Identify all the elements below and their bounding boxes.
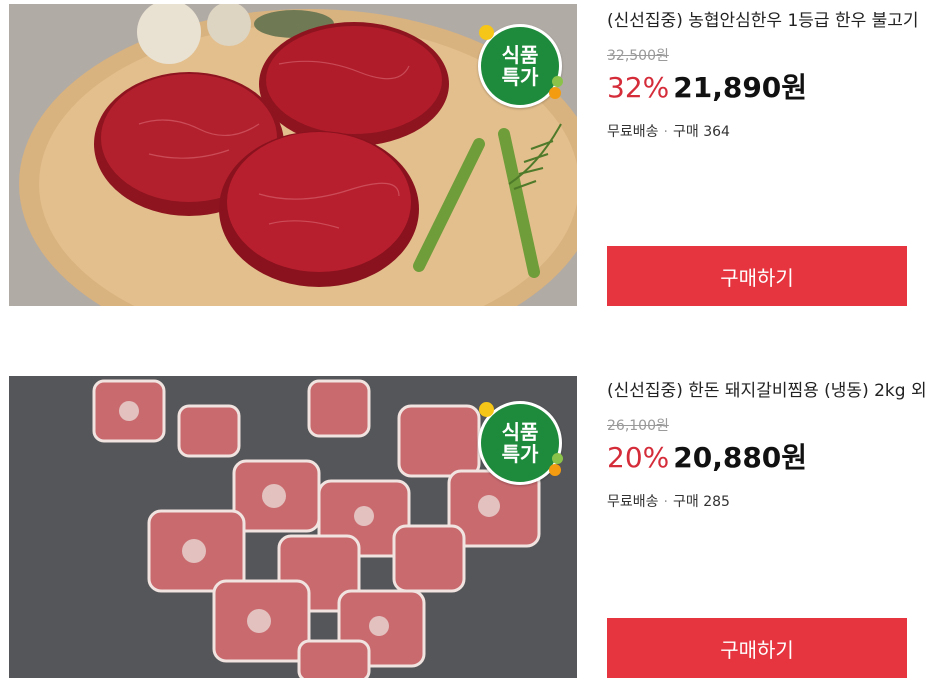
meta-separator: · [663,494,668,510]
product-info: (신선집중) 농협안심한우 1등급 한우 불고기 32,500원 32% 21,8… [607,6,937,142]
buy-button[interactable]: 구매하기 [607,246,907,306]
product-card: 식품 특가 (신선집중) 한돈 돼지갈비찜용 (냉동) 2kg 외 26,100… [0,372,944,689]
food-special-badge: 식품 특가 [478,401,563,485]
badge-dot-yellow [479,25,494,40]
badge-line2: 특가 [501,65,539,89]
discount-rate: 32% [607,71,670,104]
discount-rate: 20% [607,441,670,474]
product-info: (신선집중) 한돈 돼지갈비찜용 (냉동) 2kg 외 26,100원 20% 2… [607,376,937,512]
original-price: 26,100원 [607,418,669,434]
price-row: 20% 20,880원 [607,438,937,478]
shipping-label: 무료배송 [607,124,659,140]
badge-line1: 식품 [501,420,539,444]
sale-price: 20,880원 [673,441,808,474]
product-title[interactable]: (신선집중) 한돈 돼지갈비찜용 (냉동) 2kg 외 [607,376,937,406]
shipping-label: 무료배송 [607,494,659,510]
badge-dot-green [552,76,563,87]
purchase-count: 구매 285 [672,494,730,510]
meta-separator: · [663,124,668,140]
badge-dot-orange [549,87,561,99]
badge-dot-green [552,453,563,464]
sale-price: 21,890원 [673,71,808,104]
badge-dot-yellow [479,402,494,417]
buy-button[interactable]: 구매하기 [607,618,907,678]
price-row: 32% 21,890원 [607,68,937,108]
original-price: 32,500원 [607,48,669,64]
product-image[interactable]: 식품 특가 [9,4,577,306]
product-card: 식품 특가 (신선집중) 농협안심한우 1등급 한우 불고기 32,500원 3… [0,0,944,308]
product-title[interactable]: (신선집중) 농협안심한우 1등급 한우 불고기 [607,6,937,36]
badge-line2: 특가 [501,442,539,466]
badge-dot-orange [549,464,561,476]
badge-line1: 식품 [501,43,539,67]
food-special-badge: 식품 특가 [478,24,563,108]
product-meta: 무료배송 · 구매 364 [607,122,937,142]
product-image[interactable]: 식품 특가 [9,376,577,678]
purchase-count: 구매 364 [672,124,730,140]
product-meta: 무료배송 · 구매 285 [607,492,937,512]
